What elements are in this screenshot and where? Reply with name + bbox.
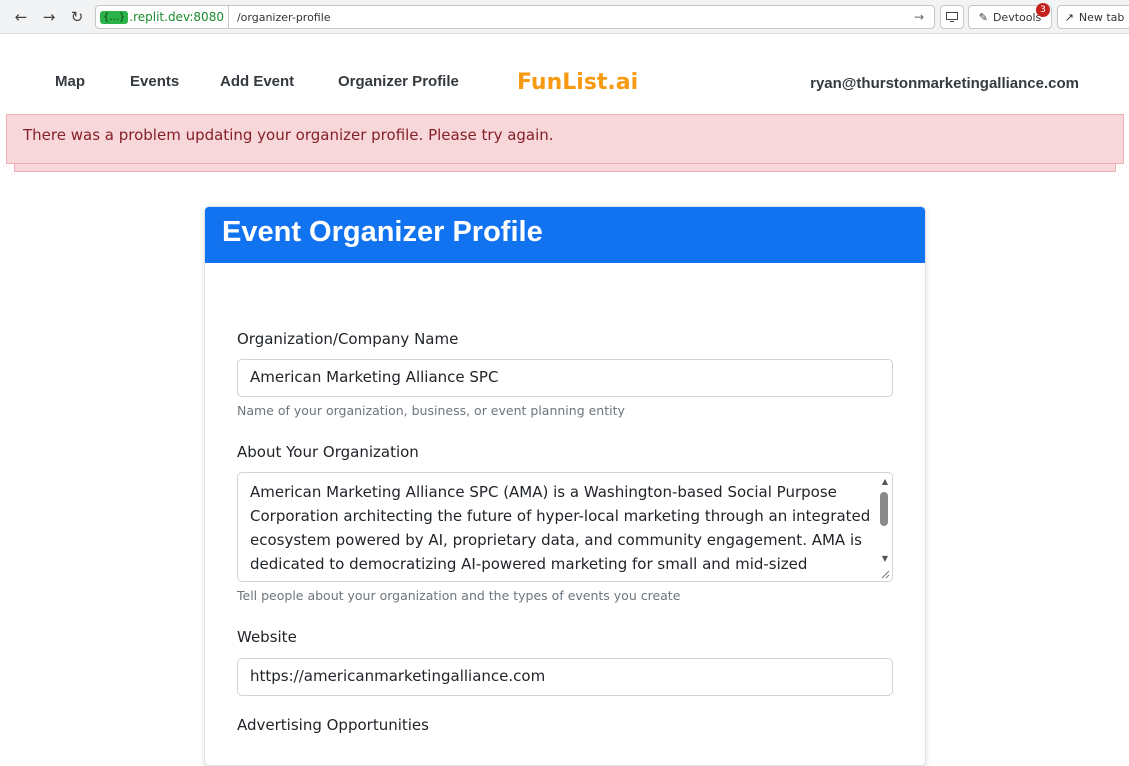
devtools-badge: 3 (1036, 3, 1050, 17)
back-arrow-icon[interactable]: ← (10, 6, 32, 28)
error-alert: There was a problem updating your organi… (6, 114, 1124, 164)
browser-toolbar: ← → ↻ {...} .replit.dev:8080 /organizer-… (0, 0, 1129, 34)
about-label: About Your Organization (237, 443, 419, 461)
about-text: American Marketing Alliance SPC (AMA) is… (250, 483, 871, 581)
new-tab-button[interactable]: ↗ New tab (1057, 5, 1129, 29)
org-name-help: Name of your organization, business, or … (237, 403, 625, 418)
host-pill: {...} (100, 10, 129, 24)
about-textarea[interactable]: American Marketing Alliance SPC (AMA) is… (237, 472, 893, 582)
org-name-input[interactable]: American Marketing Alliance SPC (237, 359, 893, 397)
textarea-scrollbar[interactable]: ▲ ▼ (878, 474, 891, 580)
alert-message: There was a problem updating your organi… (23, 126, 554, 144)
nav-link-events[interactable]: Events (130, 73, 179, 90)
nav-link-map[interactable]: Map (55, 73, 85, 90)
card-title: Event Organizer Profile (205, 207, 925, 263)
app-navbar: Map Events Add Event Organizer Profile F… (6, 34, 1129, 114)
website-input[interactable]: https://americanmarketingalliance.com (237, 658, 893, 696)
user-email[interactable]: ryan@thurstonmarketingalliance.com (810, 75, 1079, 92)
scroll-up-icon[interactable]: ▲ (882, 477, 888, 486)
devtools-label: Devtools (992, 10, 1042, 24)
cast-icon[interactable] (940, 5, 964, 29)
website-label: Website (237, 628, 297, 646)
advertising-label: Advertising Opportunities (237, 716, 429, 734)
forward-arrow-icon[interactable]: → (38, 6, 60, 28)
wrench-icon: ✎ (978, 10, 988, 24)
brand-logo[interactable]: FunList.ai (517, 70, 638, 95)
about-help: Tell people about your organization and … (237, 588, 681, 603)
resize-grip-icon[interactable] (880, 569, 890, 579)
reload-icon[interactable]: ↻ (66, 6, 88, 28)
devtools-button[interactable]: ✎ Devtools 3 (968, 3, 1052, 29)
url-host: {...} .replit.dev:8080 (96, 6, 229, 28)
host-text: .replit.dev:8080 (129, 10, 224, 24)
nav-link-organizer-profile[interactable]: Organizer Profile (338, 73, 459, 90)
scroll-thumb[interactable] (880, 492, 888, 526)
new-tab-label: New tab (1078, 10, 1125, 24)
go-arrow-icon[interactable]: → (914, 10, 934, 24)
scroll-down-icon[interactable]: ▼ (882, 554, 888, 563)
url-path: /organizer-profile (236, 10, 331, 24)
org-name-label: Organization/Company Name (237, 330, 459, 348)
nav-link-add-event[interactable]: Add Event (220, 73, 294, 90)
organizer-profile-card: Event Organizer Profile Organization/Com… (204, 206, 926, 766)
address-bar[interactable]: {...} .replit.dev:8080 /organizer-profil… (95, 5, 935, 29)
external-link-icon: ↗ (1064, 10, 1074, 24)
